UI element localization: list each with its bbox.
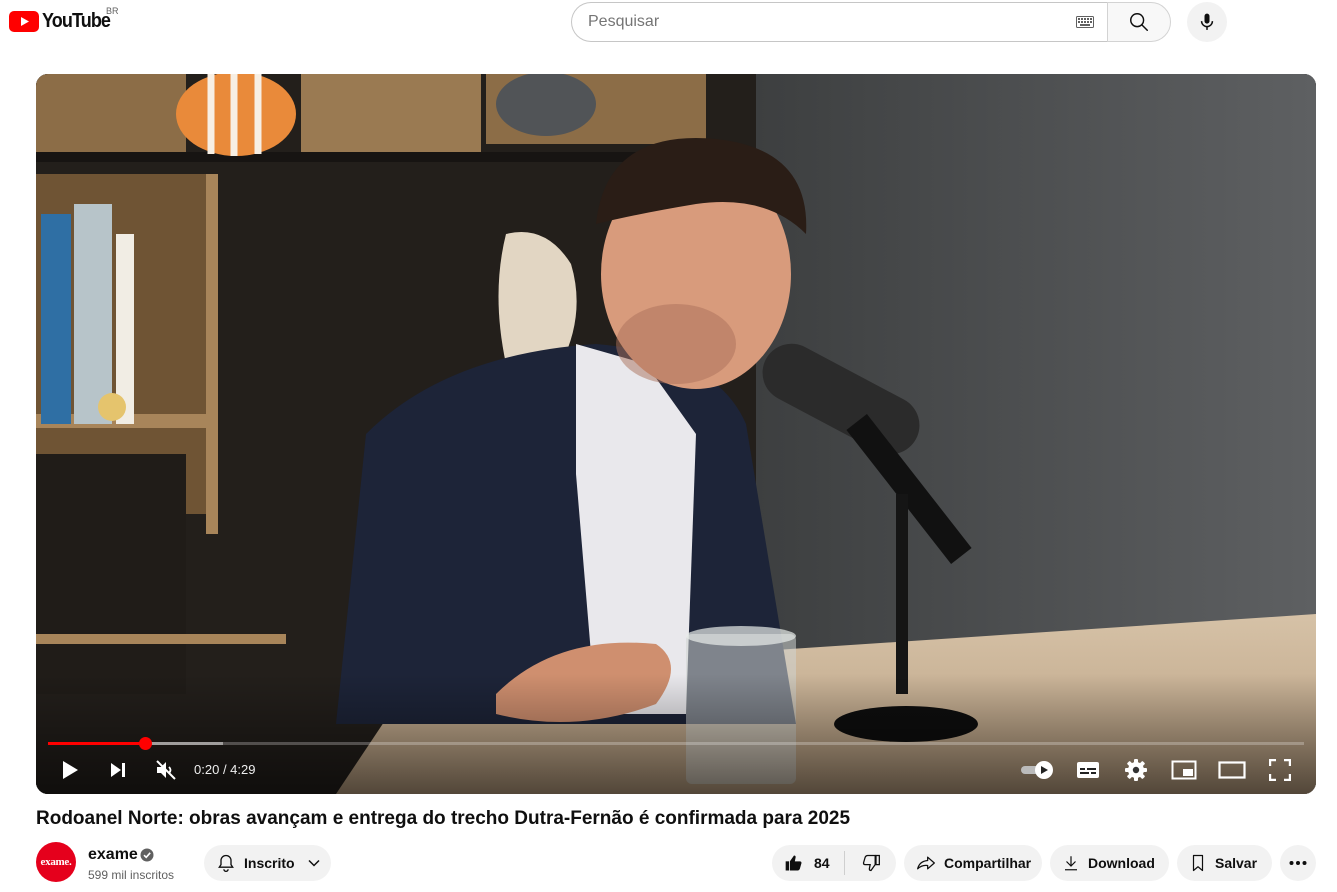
save-button[interactable]: Salvar	[1177, 845, 1272, 881]
like-button[interactable]: 84	[772, 845, 844, 881]
dislike-button[interactable]	[845, 845, 896, 881]
time-display: 0:20 / 4:29	[194, 750, 255, 790]
search-icon	[1130, 13, 1148, 31]
channel-avatar[interactable]: exame.	[36, 842, 76, 882]
youtube-logo-icon	[9, 10, 39, 32]
autoplay-toggle-icon	[1021, 761, 1053, 779]
keyboard-icon[interactable]	[1075, 15, 1095, 29]
fullscreen-button[interactable]	[1256, 750, 1304, 790]
thumbs-down-icon	[861, 853, 881, 873]
search-box	[571, 2, 1107, 42]
subscribed-button[interactable]: Inscrito	[204, 845, 331, 881]
search-button[interactable]	[1107, 2, 1171, 42]
channel-name[interactable]: exame	[88, 846, 138, 864]
like-count: 84	[814, 855, 830, 871]
verified-badge-icon	[140, 848, 154, 862]
download-button[interactable]: Download	[1050, 845, 1169, 881]
save-label: Salvar	[1215, 855, 1258, 871]
subtitles-button[interactable]	[1064, 750, 1112, 790]
voice-search-button[interactable]	[1187, 2, 1227, 42]
share-label: Compartilhar	[944, 855, 1032, 871]
progress-played	[48, 742, 146, 745]
next-button[interactable]	[94, 750, 142, 790]
youtube-logo[interactable]: YouTube	[9, 10, 118, 32]
autoplay-toggle[interactable]	[1014, 750, 1062, 790]
thumbs-up-icon	[784, 853, 804, 873]
next-icon	[111, 763, 125, 777]
player-controls: 0:20 / 4:29	[36, 750, 1316, 790]
subtitles-icon	[1077, 762, 1099, 778]
search-bar	[571, 2, 1171, 42]
mute-button[interactable]	[142, 750, 190, 790]
download-label: Download	[1088, 855, 1155, 871]
download-icon	[1062, 854, 1080, 872]
masthead: YouTube BR	[0, 0, 1337, 44]
theater-mode-button[interactable]	[1208, 750, 1256, 790]
settings-button[interactable]	[1112, 750, 1160, 790]
search-input[interactable]	[588, 13, 1075, 31]
progress-bar[interactable]	[48, 737, 1304, 750]
logo-wordmark: YouTube	[42, 9, 111, 32]
chevron-down-icon	[307, 856, 321, 870]
miniplayer-icon	[1171, 760, 1197, 780]
more-actions-button[interactable]	[1280, 845, 1316, 881]
fullscreen-icon	[1269, 759, 1291, 781]
settings-gear-icon	[1125, 759, 1147, 781]
country-code: BR	[106, 6, 119, 16]
share-button[interactable]: Compartilhar	[904, 845, 1042, 881]
video-player[interactable]: 0:20 / 4:29	[36, 74, 1316, 794]
miniplayer-button[interactable]	[1160, 750, 1208, 790]
volume-muted-icon	[156, 760, 176, 780]
subscribed-label: Inscrito	[244, 855, 295, 871]
video-title: Rodoanel Norte: obras avançam e entrega …	[36, 808, 851, 829]
current-time: 0:20	[194, 762, 220, 777]
more-horizontal-icon	[1289, 860, 1307, 866]
subscriber-count: 599 mil inscritos	[88, 868, 175, 882]
progress-track	[48, 742, 1304, 745]
duration: 4:29	[230, 762, 256, 777]
play-icon	[63, 761, 78, 779]
bell-icon	[216, 853, 236, 873]
bookmark-icon	[1189, 854, 1207, 872]
play-button[interactable]	[46, 750, 94, 790]
theater-mode-icon	[1218, 761, 1246, 779]
like-dislike-group: 84	[772, 845, 896, 881]
share-arrow-icon	[916, 853, 936, 873]
microphone-icon	[1200, 13, 1214, 30]
